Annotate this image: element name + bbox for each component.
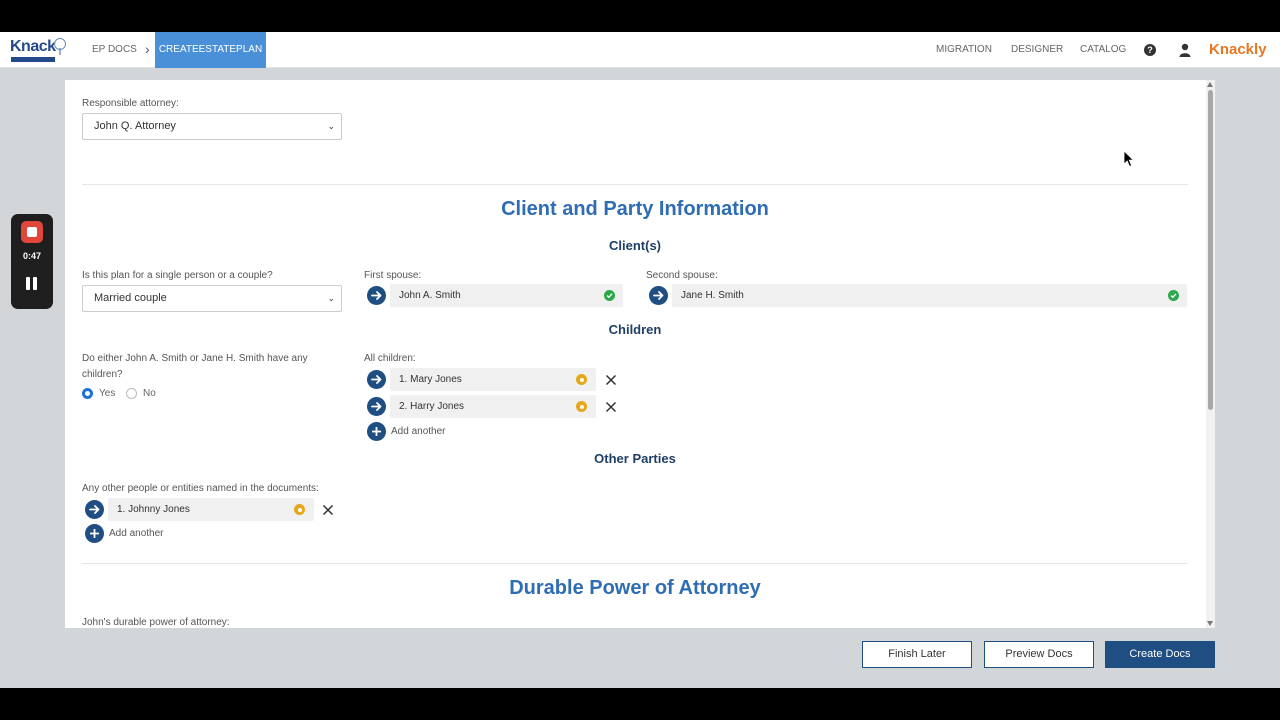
breadcrumb-create-estate-plan[interactable]: CREATEESTATEPLAN: [155, 32, 266, 68]
remove-other-party-1-close-icon[interactable]: [322, 504, 334, 516]
other-party-1-open-button[interactable]: [85, 500, 104, 519]
children-no-radio[interactable]: [126, 388, 137, 399]
scrollbar-thumb[interactable]: [1208, 90, 1213, 410]
warning-circle-icon: [576, 374, 587, 385]
vertical-scrollbar[interactable]: [1206, 80, 1215, 628]
nav-designer[interactable]: DESIGNER: [1011, 32, 1063, 68]
child-2-open-button[interactable]: [367, 397, 386, 416]
john-poa-label: John's durable power of attorney:: [82, 617, 230, 628]
chevron-down-icon: ⌄: [327, 293, 335, 303]
scroll-down-arrow-icon[interactable]: [1207, 621, 1213, 626]
children-heading: Children: [608, 322, 662, 337]
client-section-title: Client and Party Information: [501, 198, 769, 220]
clients-heading: Client(s): [609, 238, 661, 253]
user-icon[interactable]: [1179, 43, 1191, 57]
warning-circle-icon: [294, 504, 305, 515]
second-spouse-label: Second spouse:: [646, 270, 718, 281]
second-spouse-open-button[interactable]: [649, 286, 668, 305]
screen-recorder-widget: 0:47: [11, 214, 53, 309]
children-yes-label[interactable]: Yes: [99, 388, 115, 400]
add-child-button[interactable]: [367, 422, 386, 441]
plan-type-value: Married couple: [94, 292, 167, 304]
child-1-field[interactable]: 1. Mary Jones: [390, 368, 596, 391]
other-party-1-field[interactable]: 1. Johnny Jones: [108, 498, 314, 521]
add-other-party-label[interactable]: Add another: [109, 524, 164, 543]
nav-migration[interactable]: MIGRATION: [936, 32, 992, 68]
stop-recording-icon[interactable]: [21, 221, 43, 243]
responsible-attorney-value: John Q. Attorney: [94, 120, 176, 132]
child-1-open-button[interactable]: [367, 370, 386, 389]
check-circle-icon: [1168, 290, 1179, 301]
plus-icon: [90, 529, 99, 538]
breadcrumb-chevron-icon: ›: [145, 41, 150, 57]
recording-time: 0:47: [22, 251, 41, 261]
warning-circle-icon: [576, 401, 587, 412]
all-children-label: All children:: [364, 353, 416, 364]
finish-later-button[interactable]: Finish Later: [862, 641, 972, 668]
knackly-brand[interactable]: Knackly: [1209, 32, 1267, 68]
add-child-label[interactable]: Add another: [391, 422, 446, 441]
first-spouse-field[interactable]: John A. Smith: [390, 284, 623, 307]
responsible-attorney-select[interactable]: John Q. Attorney ⌄: [82, 113, 342, 140]
other-parties-label: Any other people or entities named in th…: [82, 483, 319, 494]
pause-icon[interactable]: [26, 277, 38, 291]
children-question-line2: children?: [82, 369, 123, 380]
section-divider: [82, 184, 1188, 185]
second-spouse-field[interactable]: Jane H. Smith: [672, 284, 1187, 307]
arrow-right-icon: [371, 375, 382, 384]
plan-type-label: Is this plan for a single person or a co…: [82, 270, 273, 281]
create-docs-button[interactable]: Create Docs: [1105, 641, 1215, 668]
remove-child-1-close-icon[interactable]: [605, 374, 617, 386]
plan-type-select[interactable]: Married couple ⌄: [82, 285, 342, 312]
first-spouse-label: First spouse:: [364, 270, 422, 281]
arrow-right-icon: [89, 505, 100, 514]
children-question-line1: Do either John A. Smith or Jane H. Smith…: [82, 353, 308, 364]
other-parties-heading: Other Parties: [594, 451, 676, 466]
poa-section-title: Durable Power of Attorney: [509, 577, 761, 599]
arrow-right-icon: [371, 402, 382, 411]
section-divider: [82, 563, 1188, 564]
first-spouse-value: John A. Smith: [399, 290, 461, 301]
chevron-down-icon: ⌄: [327, 121, 335, 131]
check-circle-icon: [604, 290, 615, 301]
children-no-label[interactable]: No: [143, 388, 156, 400]
help-icon[interactable]: ?: [1144, 44, 1156, 56]
logo-text: Knack: [10, 38, 56, 55]
top-nav-bar: Knack EP DOCS › CREATEESTATEPLAN MIGRATI…: [0, 32, 1280, 68]
form-card: Responsible attorney: John Q. Attorney ⌄…: [65, 80, 1215, 628]
child-2-value: 2. Harry Jones: [399, 401, 465, 412]
child-1-value: 1. Mary Jones: [399, 374, 462, 385]
child-2-field[interactable]: 2. Harry Jones: [390, 395, 596, 418]
nav-catalog[interactable]: CATALOG: [1080, 32, 1126, 68]
mouse-cursor-icon: [1123, 150, 1135, 168]
tree-icon: [54, 38, 66, 55]
first-spouse-open-button[interactable]: [367, 286, 386, 305]
arrow-right-icon: [371, 291, 382, 300]
plus-icon: [372, 427, 381, 436]
workspace: Responsible attorney: John Q. Attorney ⌄…: [0, 68, 1280, 688]
children-yes-radio[interactable]: [82, 388, 93, 399]
other-party-1-value: 1. Johnny Jones: [117, 504, 190, 515]
preview-docs-button[interactable]: Preview Docs: [984, 641, 1094, 668]
add-other-party-button[interactable]: [85, 524, 104, 543]
second-spouse-value: Jane H. Smith: [681, 290, 744, 301]
knack-logo[interactable]: Knack: [10, 38, 70, 64]
arrow-right-icon: [653, 291, 664, 300]
breadcrumb-ep-docs[interactable]: EP DOCS: [92, 32, 137, 68]
scroll-up-arrow-icon[interactable]: [1207, 82, 1213, 87]
remove-child-2-close-icon[interactable]: [605, 401, 617, 413]
logo-underline: [11, 57, 55, 62]
responsible-attorney-label: Responsible attorney:: [82, 98, 179, 109]
